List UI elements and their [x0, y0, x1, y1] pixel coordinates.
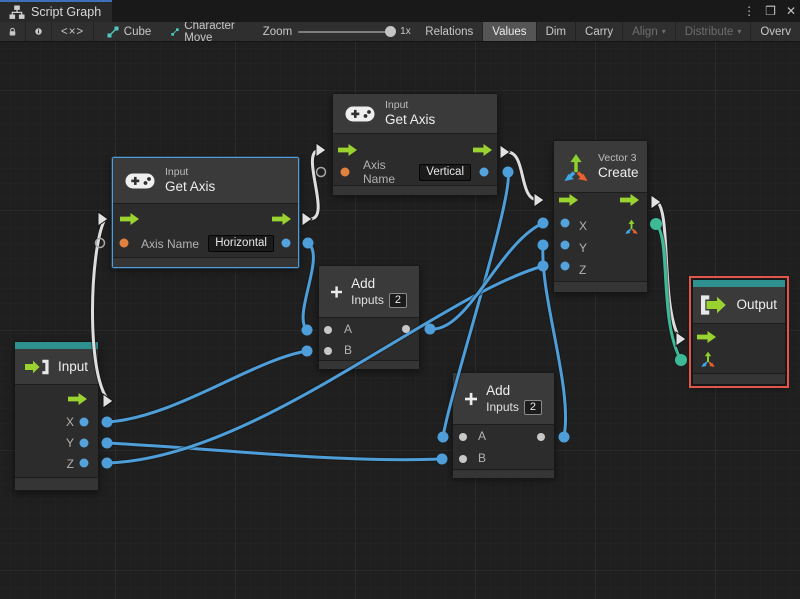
- gamepad-icon: [345, 106, 375, 121]
- toolbar-button-values[interactable]: Values: [483, 22, 537, 41]
- port-label-z: Z: [579, 263, 587, 277]
- zoom-label: Zoom: [262, 25, 293, 38]
- inputs-count-field[interactable]: 2: [388, 292, 407, 308]
- script-graph-window: { "window": { "tab_title": "Script Graph…: [0, 0, 800, 599]
- node-title: Create: [598, 165, 639, 180]
- inputs-label: Inputs: [351, 293, 384, 307]
- port-label-x: X: [65, 414, 74, 429]
- breadcrumb-character-move[interactable]: Character Move: [161, 22, 249, 41]
- inputs-label: Inputs: [486, 400, 519, 414]
- node-output[interactable]: Output: [692, 279, 786, 385]
- toolbar-button-align[interactable]: Align ▾: [623, 22, 676, 41]
- lock-button[interactable]: [0, 22, 26, 41]
- inputs-count-field[interactable]: 2: [523, 399, 542, 415]
- tab-script-graph[interactable]: Script Graph: [0, 0, 112, 22]
- graph-asset-icon: [171, 27, 179, 36]
- port-label-b: B: [478, 451, 487, 465]
- node-title: Add: [351, 275, 376, 291]
- port-label-y: Y: [579, 241, 588, 255]
- chevron-down-icon: ▾: [737, 27, 742, 36]
- port-label-b: B: [344, 342, 353, 357]
- port-label-axis-name: Axis Name: [141, 236, 200, 251]
- vector3-icon: [564, 153, 588, 181]
- port-label-a: A: [478, 429, 487, 443]
- node-title: Output: [736, 297, 777, 312]
- port-label-y: Y: [65, 435, 74, 450]
- port-label-a: A: [344, 321, 353, 336]
- inspect-button[interactable]: [26, 22, 52, 41]
- info-icon: [35, 28, 42, 35]
- window-close-icon[interactable]: ✕: [786, 0, 796, 22]
- node-category: Input: [385, 99, 409, 111]
- zoom-slider-knob[interactable]: [385, 25, 397, 37]
- node-input[interactable]: Input X Y Z: [14, 341, 99, 491]
- breadcrumb-label: Character Move: [184, 22, 235, 42]
- window-maximize-icon[interactable]: ❒: [765, 0, 776, 22]
- node-add-top[interactable]: Add Inputs 2 A B: [318, 265, 420, 369]
- node-get-axis-vertical[interactable]: Input Get Axis Axis Name Vertical: [332, 93, 498, 195]
- vector3-port-icon: [701, 351, 715, 367]
- node-vector3-create[interactable]: Vector 3 Create X Y Z: [553, 140, 648, 292]
- node-title: Get Axis: [165, 179, 216, 194]
- port-label-axis-name: Axis Name: [363, 158, 396, 186]
- port-label-z: Z: [66, 456, 74, 471]
- code-preview-button[interactable]: <×>: [52, 22, 95, 41]
- axis-name-field[interactable]: Horizontal: [208, 235, 274, 252]
- window-menu-icon[interactable]: ⋮: [743, 0, 755, 22]
- toolbar-button-dim[interactable]: Dim: [537, 22, 577, 41]
- vector3-port-icon: [625, 219, 638, 234]
- node-category: Input: [165, 166, 189, 178]
- graph-asset-icon: [107, 26, 119, 37]
- plus-icon: [465, 392, 478, 405]
- node-category: Vector 3: [598, 152, 637, 164]
- node-title: Add: [486, 382, 511, 398]
- toolbar-button-overview[interactable]: Overv: [751, 22, 800, 41]
- gamepad-icon: [125, 173, 155, 188]
- zoom-slider[interactable]: [298, 25, 397, 37]
- toolbar-button-carry[interactable]: Carry: [576, 22, 624, 41]
- chevron-down-icon: ▾: [661, 27, 666, 36]
- node-title: Input: [57, 358, 88, 374]
- lock-icon: [9, 27, 16, 35]
- breadcrumb-label: Cube: [123, 25, 152, 38]
- node-add-bottom[interactable]: Add Inputs 2 A B: [452, 372, 555, 478]
- node-get-axis-horizontal[interactable]: Input Get Axis Axis Name Horizontal: [112, 157, 299, 268]
- zoom-value: 1x: [400, 26, 411, 37]
- input-node-icon: [25, 359, 49, 374]
- toolbar-button-relations[interactable]: Relations: [416, 22, 484, 41]
- title-tab-bar: Script Graph ⋮ ❒ ✕: [0, 0, 800, 22]
- node-title: Get Axis: [385, 112, 436, 127]
- graph-toolbar: <×> Cube Character Move Zoom 1x Relation…: [0, 22, 800, 42]
- breadcrumb-cube[interactable]: Cube: [97, 22, 162, 41]
- plus-icon: [331, 285, 343, 298]
- axis-name-field[interactable]: Vertical: [419, 163, 471, 181]
- graph-hierarchy-icon: [9, 5, 25, 19]
- port-label-x: X: [579, 219, 588, 233]
- toolbar-button-distribute[interactable]: Distribute ▾: [676, 22, 752, 41]
- tab-title: Script Graph: [31, 5, 102, 19]
- output-node-icon: [701, 295, 726, 315]
